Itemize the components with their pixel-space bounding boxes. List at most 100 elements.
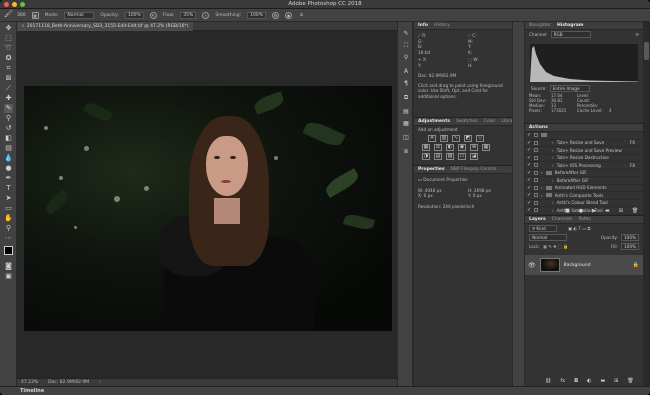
eraser-tool-icon[interactable]: ◧ [4,134,13,143]
threshold-icon[interactable]: ▨ [446,152,454,160]
brush-tool-icon[interactable]: ✎ [4,104,13,113]
portrait-photo[interactable] [24,86,392,331]
hue-saturation-icon[interactable]: ▦ [422,143,430,151]
dialog-toggle[interactable] [534,185,538,190]
paragraph-icon[interactable]: ¶ [402,80,410,88]
blur-tool-icon[interactable]: 💧 [4,154,13,163]
enabled-check-icon[interactable]: ✓ [527,170,531,176]
zoom-window-button[interactable] [20,2,25,7]
expand-arrow-icon[interactable]: › [552,155,554,160]
action-set-row[interactable]: ✓ › BeforeAfter GIF [525,170,643,177]
channel-select[interactable]: RGB [550,31,591,38]
add-mask-icon[interactable]: ◘ [574,378,578,384]
tab-paths[interactable]: Paths [578,217,590,222]
prop-h-value[interactable]: 2698 px [474,188,491,193]
vibrance-icon[interactable]: ▽ [476,134,484,142]
opacity-field[interactable]: 100% [124,11,144,19]
expand-arrow-icon[interactable]: › [552,178,554,183]
action-row[interactable]: ✓ › Antti's Colour Blend Tool [525,200,643,207]
action-set-row[interactable]: ✓ › Antti's Composite Tools [525,192,643,200]
expand-arrow-icon[interactable]: › [552,208,554,213]
gradient-tool-icon[interactable]: ▤ [4,144,13,153]
enabled-check-icon[interactable]: ✓ [527,162,531,168]
new-group-icon[interactable]: ▬ [600,378,605,384]
prop-y-value[interactable]: 0 px [473,193,482,198]
notes-icon[interactable]: ▦ [402,120,410,128]
tab-channels[interactable]: Channels [552,217,573,222]
dialog-toggle[interactable] [534,200,538,205]
character-icon[interactable]: A [402,68,410,76]
smoothing-settings-icon[interactable]: ⚙ [272,11,280,19]
dialog-toggle[interactable] [534,170,538,175]
smoothing-field[interactable]: 100% [247,11,267,19]
close-tab-icon[interactable]: × [21,24,25,29]
brightness-contrast-icon[interactable]: ☀ [428,134,436,142]
expand-arrow-icon[interactable]: › [541,193,543,198]
screen-mode-icon[interactable]: ▣ [4,272,13,281]
tool-presets-icon[interactable]: ▤ [402,108,410,116]
play-icon[interactable]: ▶ [592,208,596,214]
delete-action-icon[interactable]: 🗑 [632,208,638,214]
enabled-check-icon[interactable]: ✓ [527,147,531,153]
filter-icons[interactable]: ▣ ◐ T ▭ ⧉ [568,226,590,232]
delete-layer-icon[interactable]: 🗑 [627,378,633,384]
black-white-icon[interactable]: ◐ [446,143,454,151]
dialog-toggle[interactable] [534,163,538,168]
brush-size-value[interactable]: 300 [17,13,26,18]
dialog-toggle[interactable] [534,148,538,153]
clone-stamp-tool-icon[interactable]: ⚲ [4,114,13,123]
brush-panel-icon[interactable]: ✎ [402,30,410,38]
action-row[interactable]: ✓ › Tuts+ Resize and Save F6 [525,140,643,147]
tab-history[interactable]: History [434,23,450,28]
healing-brush-tool-icon[interactable]: ✚ [4,94,13,103]
posterize-icon[interactable]: ▤ [434,152,442,160]
tab-adjustments[interactable]: Adjustments [418,119,450,124]
timeline-icon[interactable]: ⧈ [402,148,410,156]
eyedropper-tool-icon[interactable]: ⟋ [4,84,13,93]
pressure-opacity-icon[interactable]: ✎ [149,11,157,19]
link-layers-icon[interactable]: ⛓ [545,378,551,384]
pen-tool-icon[interactable]: ✒ [4,174,13,183]
levels-icon[interactable]: ▥ [440,134,448,142]
layer-fill-field[interactable]: 100% [621,243,639,250]
photo-filter-icon[interactable]: ◉ [458,143,466,151]
new-action-icon[interactable]: ⊞ [619,208,623,214]
zoom-level[interactable]: 47.23% [21,380,38,385]
enabled-check-icon[interactable]: ✓ [527,140,531,146]
color-balance-icon[interactable]: ⚖ [434,143,442,151]
action-row[interactable]: ✓ › Tuts+ Resize Destructive [525,155,643,162]
enabled-check-icon[interactable]: ✓ [527,155,531,161]
flow-field[interactable]: 35% [180,11,197,19]
tab-navigator[interactable]: Navigator [529,23,551,28]
gradient-map-icon[interactable]: ▭ [458,152,466,160]
tab-nbp-flexpop[interactable]: NBP Flexpop Control [451,167,497,172]
action-row[interactable]: ✓ › Tuts+ IOS Processing F8 [525,162,643,170]
curves-icon[interactable]: ∿ [452,134,460,142]
document-tab[interactable]: × 20171118_Beth-Anniversary_SD3_3155-Edit… [17,21,193,31]
dialog-toggle[interactable] [534,193,538,198]
exposure-icon[interactable]: ◩ [464,134,472,142]
prop-x-value[interactable]: 0 px [424,193,433,198]
enabled-check-icon[interactable]: ✓ [527,207,531,213]
crop-tool-icon[interactable]: ⌗ [4,64,13,73]
new-adjustment-icon[interactable]: ◐ [587,378,591,384]
symmetry-icon[interactable]: ⧖ [298,12,305,19]
timeline-panel[interactable]: Timeline [0,386,650,395]
channel-mixer-icon[interactable]: ⊕ [470,143,478,151]
tab-info[interactable]: Info [418,23,428,28]
prop-w-value[interactable]: 4048 px [425,188,442,193]
new-set-icon[interactable]: ▬ [605,208,610,214]
zoom-tool-icon[interactable]: ⚲ [4,224,13,233]
quick-select-tool-icon[interactable]: ✪ [4,54,13,63]
layer-comps-icon[interactable]: ◫ [402,134,410,142]
dialog-toggle[interactable] [534,155,538,160]
scroll-thumb[interactable] [644,42,649,60]
airbrush-icon[interactable]: ✧ [202,11,210,19]
invert-icon[interactable]: ◑ [422,152,430,160]
blend-mode-select[interactable]: Normal [529,234,567,241]
brush-presets-icon[interactable]: ⛶ [402,42,410,50]
rectangle-tool-icon[interactable]: ▭ [4,204,13,213]
type-tool-icon[interactable]: T [4,184,13,193]
tab-layers[interactable]: Layers [529,217,546,222]
right-scrollbar[interactable] [643,22,650,386]
